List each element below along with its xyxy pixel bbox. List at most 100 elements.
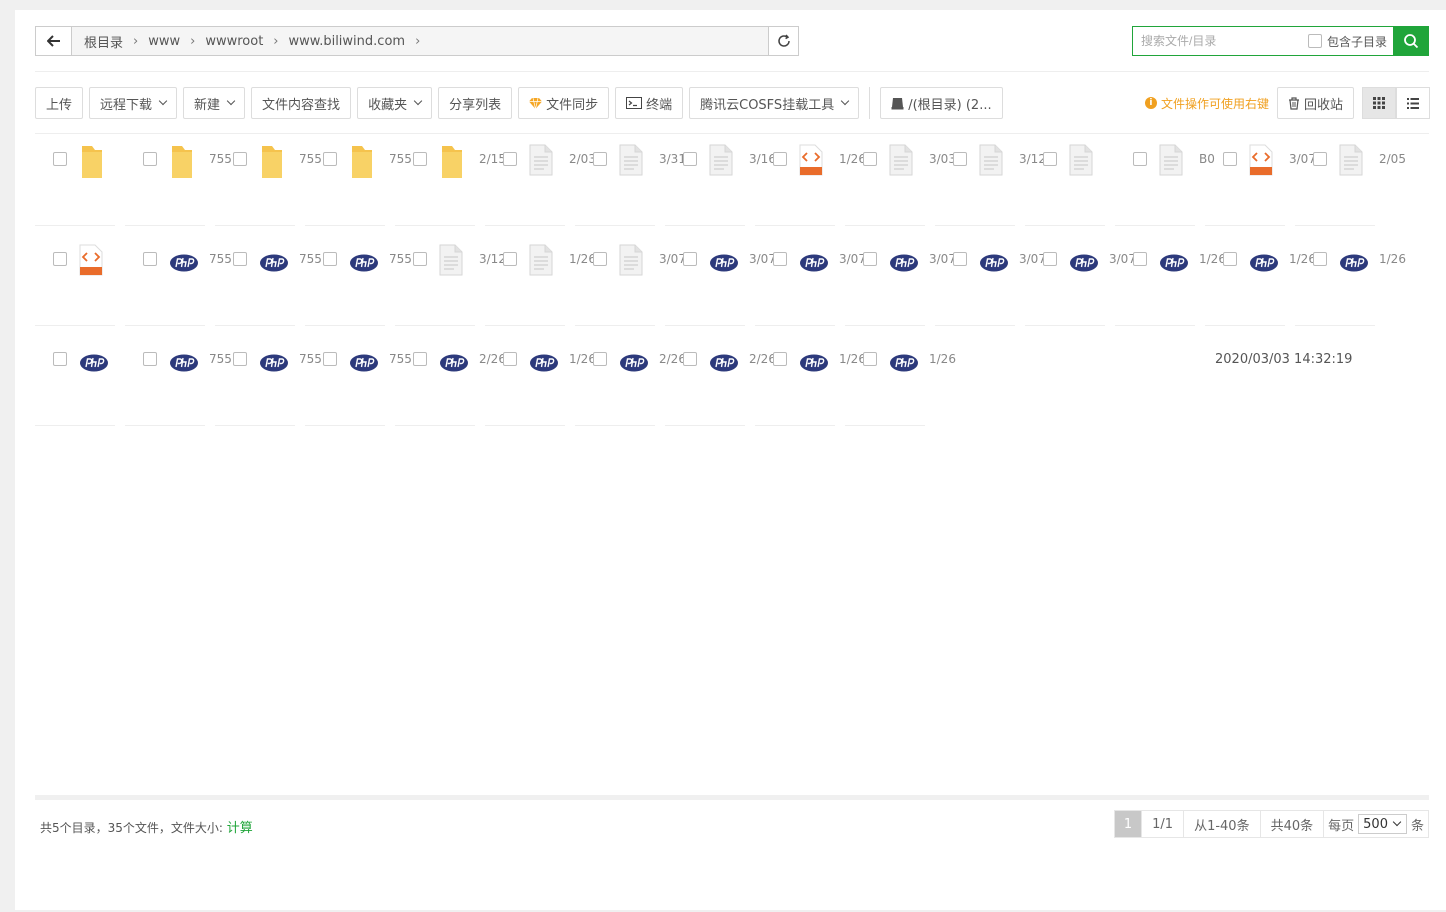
file-checkbox[interactable]: [143, 252, 157, 266]
file-checkbox[interactable]: [233, 352, 247, 366]
file-checkbox[interactable]: [953, 152, 967, 166]
file-item[interactable]: 3/07: [1205, 134, 1316, 226]
file-checkbox[interactable]: [413, 352, 427, 366]
new-button[interactable]: 新建: [183, 87, 246, 119]
per-page-select[interactable]: 500: [1358, 814, 1407, 834]
breadcrumb-wwwroot[interactable]: wwwroot: [201, 34, 267, 49]
file-item[interactable]: 755: [215, 334, 322, 426]
file-item[interactable]: 1/26: [1115, 234, 1226, 326]
file-item[interactable]: 755: [125, 134, 232, 226]
file-checkbox[interactable]: [863, 352, 877, 366]
file-item[interactable]: 755: [215, 134, 322, 226]
file-item[interactable]: 3/07: [845, 234, 956, 326]
file-item[interactable]: 3/12: [935, 134, 1046, 226]
file-checkbox[interactable]: [1133, 152, 1147, 166]
file-item[interactable]: [35, 334, 115, 426]
file-item[interactable]: 1/26: [1295, 234, 1406, 326]
share-list-button[interactable]: 分享列表: [438, 87, 513, 119]
calculate-size-link[interactable]: 计算: [227, 821, 253, 836]
file-item[interactable]: 3/07: [665, 234, 776, 326]
file-item[interactable]: 2/15: [395, 134, 506, 226]
file-checkbox[interactable]: [1313, 152, 1327, 166]
content-search-button[interactable]: 文件内容查找: [251, 87, 352, 119]
file-checkbox[interactable]: [1223, 152, 1237, 166]
search-input[interactable]: [1133, 27, 1308, 55]
breadcrumb-site[interactable]: www.biliwind.com: [285, 34, 410, 49]
file-checkbox[interactable]: [143, 352, 157, 366]
file-item[interactable]: 755: [305, 134, 412, 226]
file-item[interactable]: 1/26: [755, 334, 866, 426]
file-checkbox[interactable]: [1313, 252, 1327, 266]
file-item[interactable]: 755: [125, 234, 232, 326]
file-item[interactable]: 3/31: [575, 134, 686, 226]
file-item[interactable]: 3/12: [395, 234, 506, 326]
file-checkbox[interactable]: [53, 352, 67, 366]
favorites-button[interactable]: 收藏夹: [357, 87, 433, 119]
file-checkbox[interactable]: [233, 252, 247, 266]
file-item[interactable]: 3/07: [755, 234, 866, 326]
file-checkbox[interactable]: [593, 352, 607, 366]
file-checkbox[interactable]: [593, 152, 607, 166]
remote-download-button[interactable]: 远程下载: [89, 87, 178, 119]
file-item[interactable]: 3/07: [935, 234, 1046, 326]
search-button[interactable]: [1393, 27, 1428, 55]
file-item[interactable]: 1/26: [1205, 234, 1316, 326]
file-checkbox[interactable]: [53, 252, 67, 266]
file-checkbox[interactable]: [1223, 252, 1237, 266]
file-checkbox[interactable]: [323, 152, 337, 166]
include-subdir-checkbox[interactable]: [1307, 34, 1322, 48]
file-checkbox[interactable]: [323, 352, 337, 366]
file-checkbox[interactable]: [773, 352, 787, 366]
file-checkbox[interactable]: [773, 152, 787, 166]
file-item[interactable]: 755: [125, 334, 232, 426]
file-item[interactable]: 1/26: [485, 334, 596, 426]
file-item[interactable]: 2/26: [395, 334, 506, 426]
file-item[interactable]: 3/07: [1025, 234, 1136, 326]
file-checkbox[interactable]: [413, 252, 427, 266]
terminal-button[interactable]: 终端: [615, 87, 684, 119]
file-sync-button[interactable]: 文件同步: [518, 87, 610, 119]
file-item[interactable]: 1/26: [755, 134, 866, 226]
file-item[interactable]: 3/16: [665, 134, 776, 226]
file-item[interactable]: 755: [215, 234, 322, 326]
file-checkbox[interactable]: [143, 152, 157, 166]
upload-button[interactable]: 上传: [35, 87, 84, 119]
breadcrumb-root[interactable]: 根目录: [80, 32, 127, 51]
file-checkbox[interactable]: [503, 152, 517, 166]
file-item[interactable]: 1/26: [845, 334, 956, 426]
file-checkbox[interactable]: [953, 252, 967, 266]
file-checkbox[interactable]: [863, 152, 877, 166]
file-item[interactable]: 3/03: [845, 134, 956, 226]
file-checkbox[interactable]: [233, 152, 247, 166]
file-checkbox[interactable]: [323, 252, 337, 266]
file-checkbox[interactable]: [1043, 152, 1057, 166]
file-item[interactable]: [35, 134, 115, 226]
file-item[interactable]: 2/26: [575, 334, 686, 426]
file-item[interactable]: [1025, 134, 1105, 226]
grid-view-button[interactable]: [1362, 87, 1396, 119]
file-item[interactable]: 755: [305, 234, 412, 326]
file-item[interactable]: 2/26: [665, 334, 776, 426]
file-checkbox[interactable]: [1043, 252, 1057, 266]
file-checkbox[interactable]: [503, 252, 517, 266]
file-checkbox[interactable]: [773, 252, 787, 266]
recycle-bin-button[interactable]: 回收站: [1276, 87, 1354, 119]
file-checkbox[interactable]: [863, 252, 877, 266]
cosfs-button[interactable]: 腾讯云COSFS挂载工具: [689, 87, 860, 119]
file-item[interactable]: 2/05: [1295, 134, 1406, 226]
list-view-button[interactable]: [1396, 87, 1430, 119]
back-button[interactable]: [36, 27, 72, 55]
file-checkbox[interactable]: [683, 352, 697, 366]
breadcrumb-www[interactable]: www: [144, 34, 184, 49]
file-checkbox[interactable]: [1133, 252, 1147, 266]
file-item[interactable]: [35, 234, 115, 326]
file-checkbox[interactable]: [683, 252, 697, 266]
file-item[interactable]: 3/07: [575, 234, 686, 326]
page-current[interactable]: 1: [1114, 811, 1142, 837]
file-item[interactable]: 755: [305, 334, 412, 426]
file-item[interactable]: B0: [1115, 134, 1215, 226]
disk-button[interactable]: /(根目录) (2...: [880, 87, 1003, 119]
file-item[interactable]: 2/03: [485, 134, 596, 226]
file-checkbox[interactable]: [593, 252, 607, 266]
file-checkbox[interactable]: [503, 352, 517, 366]
